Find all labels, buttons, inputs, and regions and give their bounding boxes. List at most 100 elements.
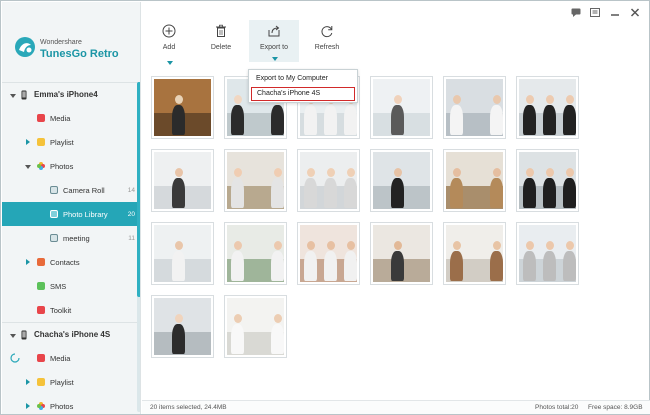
delete-label: Delete [210, 44, 232, 51]
photo-image [373, 79, 430, 136]
scrollbar-thumb[interactable] [137, 82, 140, 297]
album-icon [50, 210, 58, 218]
selection-status: 20 items selected, 24.4MB [150, 404, 227, 411]
sidebar-item-media[interactable]: Media [2, 346, 140, 370]
sidebar-item-contacts[interactable]: Contacts [2, 250, 140, 274]
collapse-arrow-icon[interactable] [10, 94, 16, 98]
photo-thumbnail[interactable] [297, 222, 360, 285]
loading-spinner-icon [10, 353, 20, 363]
photo-thumbnail[interactable] [516, 222, 579, 285]
photo-image [227, 225, 284, 282]
sidebar-item-label: Camera Roll [63, 185, 105, 195]
sidebar-item-label: Playlist [50, 377, 74, 387]
sidebar-item-label: Photo Library [63, 209, 108, 219]
export-to-device-item[interactable]: Chacha's iPhone 4S [251, 87, 355, 101]
photo-thumbnail[interactable] [370, 149, 433, 212]
toolkit-icon [37, 306, 45, 314]
item-count: 11 [128, 234, 135, 242]
photo-image [519, 152, 576, 209]
device-emma-iphone4[interactable]: Emma's iPhone4 [2, 82, 140, 106]
sidebar-item-label: Contacts [50, 257, 80, 267]
photo-image [154, 79, 211, 136]
export-button[interactable]: Export to [249, 20, 299, 62]
sidebar-item-label: Media [50, 113, 71, 123]
photo-image [519, 225, 576, 282]
contacts-icon [37, 258, 45, 266]
sidebar-item-sms[interactable]: SMS [2, 274, 140, 298]
export-label: Export to [259, 44, 288, 51]
free-space: Free space: 8.9GB [588, 404, 643, 411]
sidebar-item-camera-roll[interactable]: Camera Roll 14 [2, 178, 140, 202]
sidebar-item-playlist[interactable]: Playlist [2, 370, 140, 394]
photo-thumbnail[interactable] [297, 149, 360, 212]
expand-arrow-icon[interactable] [26, 379, 30, 385]
sidebar-item-label: Photos [50, 401, 74, 411]
photo-image [154, 225, 211, 282]
collapse-arrow-icon[interactable] [10, 334, 16, 338]
refresh-button[interactable]: Refresh [302, 24, 352, 51]
collapse-arrow-icon[interactable] [25, 165, 31, 169]
sidebar-item-media[interactable]: Media [2, 106, 140, 130]
sidebar-item-photo-library[interactable]: Photo Library 20 [2, 202, 140, 226]
device-tree: Emma's iPhone4 Media Playlist Photos Cam… [2, 82, 140, 414]
device-chacha-iphone4s[interactable]: Chacha's iPhone 4S [2, 322, 140, 346]
sidebar-item-label: Toolkit [50, 305, 72, 315]
photo-thumbnail[interactable] [224, 295, 287, 358]
photo-image [154, 298, 211, 355]
sidebar-item-label: meeting [63, 233, 90, 243]
brand-product: TunesGo Retro [40, 48, 119, 60]
sms-icon [37, 282, 45, 290]
photos-icon [37, 402, 45, 410]
photo-image [227, 152, 284, 209]
photo-thumbnail[interactable] [443, 222, 506, 285]
sidebar-scrollbar[interactable] [137, 82, 140, 412]
add-icon [162, 24, 176, 38]
photo-thumbnail[interactable] [443, 76, 506, 139]
album-icon [50, 234, 58, 242]
item-count: 20 [127, 210, 135, 218]
export-to-computer-item[interactable]: Export to My Computer [251, 72, 355, 86]
sidebar-item-toolkit[interactable]: Toolkit [2, 298, 140, 322]
photos-total: Photos total:20 [535, 404, 579, 411]
photo-thumbnail[interactable] [370, 76, 433, 139]
dropdown-arrow-icon[interactable] [167, 61, 173, 65]
photo-image [519, 79, 576, 136]
expand-arrow-icon[interactable] [26, 139, 30, 145]
app-window: Wondershare TunesGo Retro Emma's iPhone4… [0, 0, 650, 415]
toolbar: Add Delete Export to Refresh [142, 2, 650, 66]
iphone-icon [21, 90, 27, 100]
photo-image [446, 225, 503, 282]
photo-thumbnail[interactable] [151, 222, 214, 285]
photo-thumbnail[interactable] [370, 222, 433, 285]
status-bar: 20 items selected, 24.4MB Photos total:2… [142, 400, 650, 414]
photo-thumbnail[interactable] [443, 149, 506, 212]
expand-arrow-icon[interactable] [26, 259, 30, 265]
photo-thumbnail[interactable] [151, 76, 214, 139]
sidebar-item-photos[interactable]: Photos [2, 154, 140, 178]
dropdown-arrow-icon[interactable] [272, 57, 278, 61]
photo-thumbnail[interactable] [224, 222, 287, 285]
photo-thumbnail[interactable] [151, 149, 214, 212]
sidebar-item-meeting[interactable]: meeting 11 [2, 226, 140, 250]
expand-arrow-icon[interactable] [26, 403, 30, 409]
photo-thumbnail[interactable] [151, 295, 214, 358]
item-count: 14 [127, 186, 135, 194]
photo-image [227, 298, 284, 355]
photo-thumbnail[interactable] [516, 149, 579, 212]
music-icon [37, 354, 45, 362]
sidebar-item-photos[interactable]: Photos [2, 394, 140, 414]
photo-image [300, 225, 357, 282]
album-icon [50, 186, 58, 194]
sidebar-item-label: Playlist [50, 137, 74, 147]
add-button[interactable]: Add [144, 24, 194, 65]
device-name: Emma's iPhone4 [34, 90, 98, 99]
delete-button[interactable]: Delete [196, 24, 246, 51]
sidebar-item-playlist[interactable]: Playlist [2, 130, 140, 154]
photo-thumbnail[interactable] [224, 149, 287, 212]
photo-image [154, 152, 211, 209]
tunesgo-logo-icon [15, 37, 35, 57]
photo-thumbnail[interactable] [516, 76, 579, 139]
trash-icon [216, 24, 226, 37]
photo-image [373, 225, 430, 282]
brand-company: Wondershare [40, 39, 82, 46]
